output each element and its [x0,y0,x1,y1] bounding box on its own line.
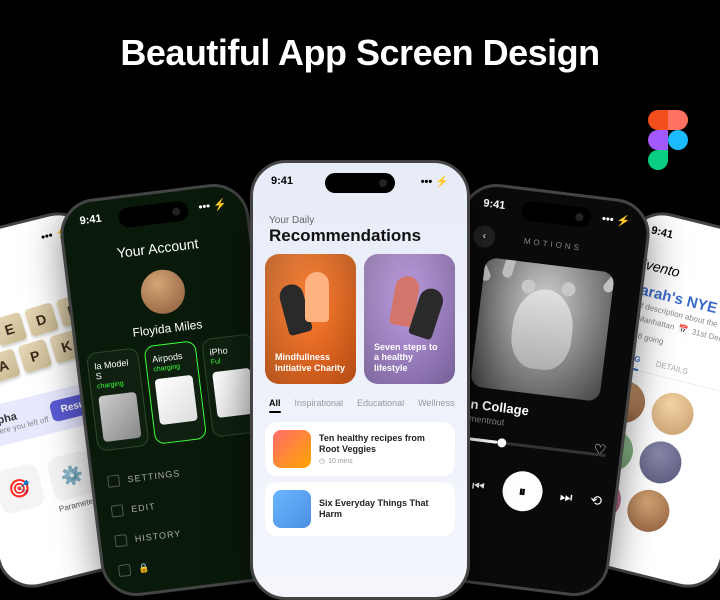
header-subtitle: Your Daily [269,215,451,226]
headline: Beautiful App Screen Design [0,0,720,74]
letter-tile[interactable]: P [17,339,52,374]
calendar-icon: 📅 [677,324,689,335]
header-title: Recommendations [269,226,451,246]
rec-card-lifestyle[interactable]: Seven steps to a healthy lifestyle [364,254,455,384]
next-icon[interactable]: ⏭ [559,487,574,505]
avatar[interactable] [647,388,698,439]
article-meta: ◷10 mins [319,457,447,465]
back-button[interactable]: ‹ [472,224,497,249]
article-item[interactable]: Ten healthy recipes from Root Veggies ◷1… [265,422,455,476]
article-thumb [273,430,311,468]
device-name: la Model S [94,357,134,381]
pause-button[interactable]: ⏸ [500,469,544,514]
tab-details[interactable]: DETAILS [655,359,689,376]
tab-inspirational[interactable]: Inspirational [295,398,344,408]
user-avatar[interactable] [138,267,187,316]
letter-tile[interactable]: E [0,312,27,347]
phone-recommendations: 9:41••• ⚡ Your Daily Recommendations Min… [250,160,470,600]
device-image [98,392,141,442]
prev-icon[interactable]: ⏮ [471,477,486,495]
clock-icon: ◷ [319,457,325,465]
device-card[interactable]: la Model Scharging [86,347,150,452]
app-icon[interactable]: 🎯 [0,462,46,515]
section-label: MOTIONS [523,237,582,253]
device-card[interactable]: Airpodscharging [143,340,207,445]
tab-educational[interactable]: Educational [357,398,404,408]
letter-tile[interactable]: A [0,348,21,383]
repeat-icon[interactable]: ⟲ [589,491,603,509]
album-art[interactable] [470,257,615,402]
rec-card-mindfulness[interactable]: Mindfullness Initiative Charity [265,254,356,384]
status-icons: ••• ⚡ [421,175,449,188]
tab-all[interactable]: All [269,398,281,408]
device-image [212,368,255,418]
article-title: Ten healthy recipes from Root Veggies [319,433,447,455]
article-item[interactable]: Six Everyday Things That Harm [265,482,455,536]
rec-card-title: Seven steps to a healthy lifestyle [374,342,445,374]
status-icons: ••• ⚡ [198,197,228,213]
article-title: Six Everyday Things That Harm [319,498,447,520]
article-thumb [273,490,311,528]
rec-card-title: Mindfullness Initiative Charity [275,352,346,374]
status-icons: ••• ⚡ [601,211,631,227]
letter-tile[interactable]: D [24,302,59,337]
avatar[interactable] [623,485,674,536]
tab-wellness[interactable]: Wellness [418,398,454,408]
phone-showcase: 9:41••• ⚡ ross REDBAPK Alpha where you l… [0,160,720,580]
device-image [155,375,198,425]
avatar[interactable] [635,437,686,488]
notch [325,173,395,193]
